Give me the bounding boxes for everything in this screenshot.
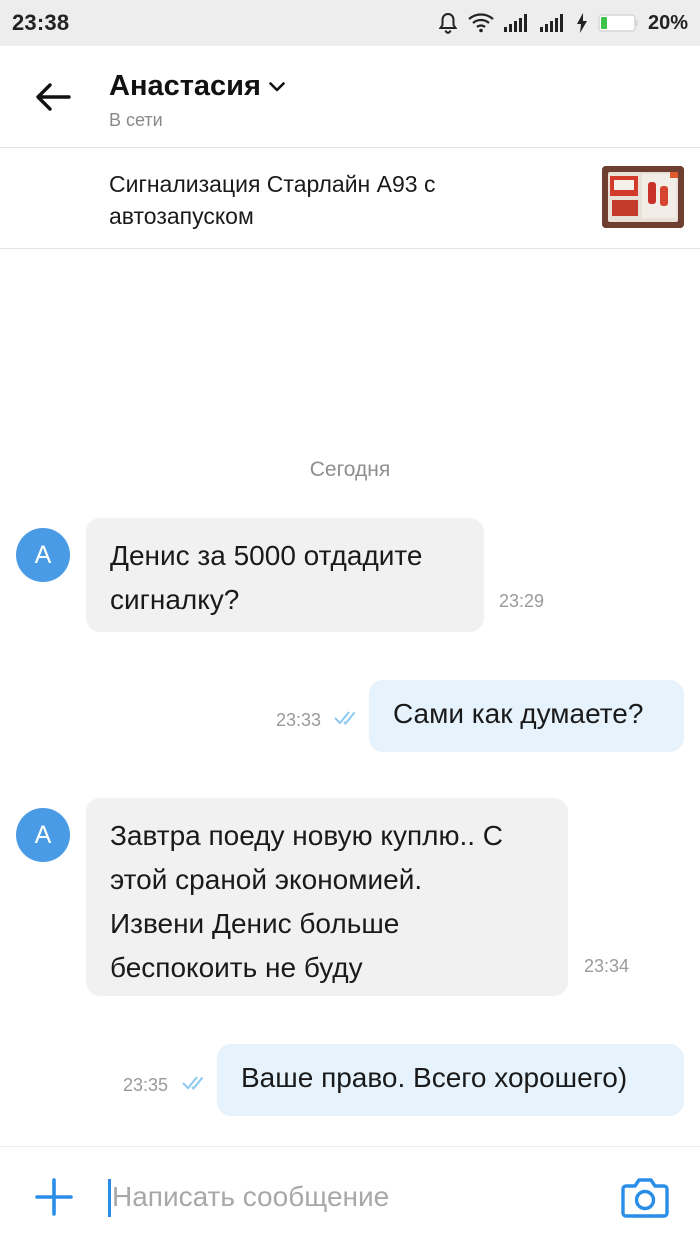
contact-name: Анастасия: [109, 70, 261, 102]
camera-button[interactable]: [620, 1174, 670, 1220]
message-bubble-incoming[interactable]: Денис за 5000 отдадите сигналку?: [86, 518, 484, 632]
wifi-icon: [468, 13, 494, 33]
message-text-line: этой сраной экономией.: [110, 864, 423, 895]
message-text: Сами как думаете?: [393, 698, 644, 729]
camera-icon: [621, 1178, 669, 1218]
product-title: Сигнализация Старлайн А93 с автозапуском: [109, 171, 436, 229]
message-text-line: Завтра поеду новую куплю.. С: [110, 820, 503, 851]
message-time: 23:33: [276, 710, 322, 730]
plus-icon: [35, 1178, 73, 1216]
battery-percent: 20%: [647, 11, 688, 34]
message-time: 23:34: [584, 956, 630, 976]
double-check-icon: [334, 710, 360, 731]
contact-name-dropdown[interactable]: Анастасия: [109, 70, 285, 103]
message-bubble-outgoing[interactable]: Сами как думаете?: [369, 680, 684, 752]
status-bar: 23:38 20%: [0, 0, 700, 46]
bell-icon: [438, 12, 458, 34]
signal-icon: [503, 14, 530, 32]
day-separator: Сегодня: [309, 458, 391, 481]
avatar[interactable]: А: [16, 528, 70, 582]
arrow-left-icon: [36, 83, 71, 111]
message-time: 23:29: [499, 591, 545, 611]
status-icons: 20%: [438, 12, 688, 35]
contact-online-status: В сети: [109, 110, 163, 130]
message-text-line: сигналку?: [110, 584, 240, 615]
avatar[interactable]: А: [16, 808, 70, 862]
message-text-line: Денис за 5000 отдадите: [110, 540, 423, 571]
message-text-line: беспокоить не буду: [110, 952, 363, 983]
message-input[interactable]: [112, 1175, 582, 1219]
chevron-down-icon: [269, 81, 285, 91]
product-thumbnail[interactable]: [602, 166, 684, 228]
message-bubble-outgoing[interactable]: Ваше право. Всего хорошего): [217, 1044, 684, 1116]
message-bubble-incoming[interactable]: Завтра поеду новую куплю.. С этой сраной…: [86, 798, 568, 996]
chat-header: Анастасия В сети: [0, 46, 700, 148]
message-text: Ваше право. Всего хорошего): [241, 1062, 628, 1093]
back-button[interactable]: [30, 76, 76, 118]
charging-icon: [576, 13, 588, 33]
message-composer: [0, 1146, 700, 1244]
battery-icon: [598, 14, 638, 32]
text-cursor: [108, 1179, 111, 1217]
message-text-line: Извени Денис больше: [110, 908, 400, 939]
product-listing-bar[interactable]: Сигнализация Старлайн А93 с автозапуском: [0, 148, 700, 249]
message-time: 23:35: [123, 1075, 169, 1095]
attach-button[interactable]: [34, 1177, 74, 1217]
signal-icon: [539, 14, 566, 32]
double-check-icon: [182, 1075, 208, 1096]
status-time: 23:38: [12, 10, 70, 35]
